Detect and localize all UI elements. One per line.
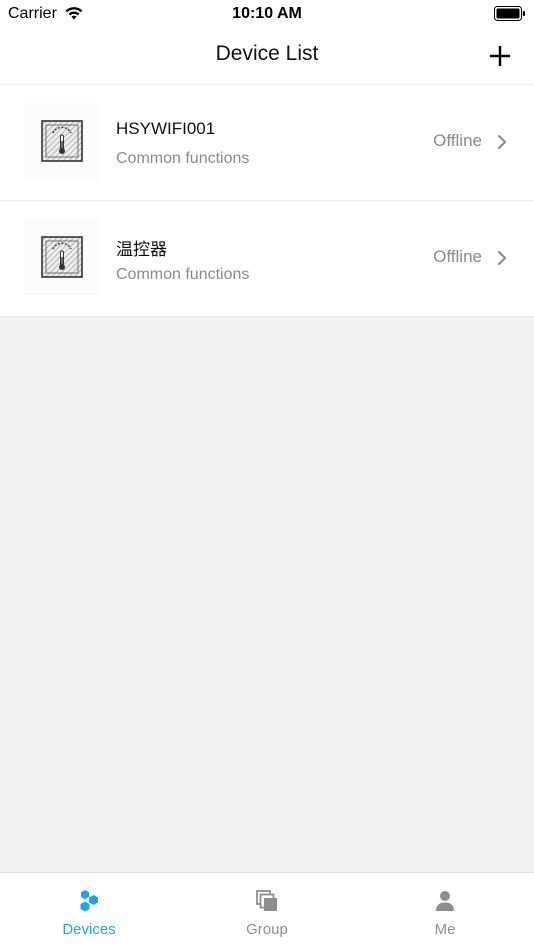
tab-label: Devices [62, 921, 116, 938]
device-thumbnail [24, 219, 100, 295]
carrier-label: Carrier [8, 5, 57, 22]
device-name: 温控器 [116, 240, 167, 259]
thermostat-icon [41, 236, 83, 278]
device-subtitle: Common functions [116, 150, 250, 167]
tab-label: Me [434, 921, 456, 938]
device-subtitle: Common functions [116, 266, 250, 283]
add-device-button[interactable] [484, 40, 516, 72]
chevron-right-icon [498, 251, 506, 265]
plus-icon [490, 46, 510, 66]
navigation-bar: Device List [0, 28, 534, 85]
chevron-right-icon [498, 135, 506, 149]
person-icon [436, 891, 454, 911]
tab-group[interactable]: Group [178, 873, 356, 950]
wifi-icon [64, 5, 84, 26]
battery-icon [494, 6, 526, 26]
status-badge: Offline [433, 247, 482, 266]
group-icon [256, 890, 277, 911]
device-thumbnail [24, 103, 100, 179]
device-row[interactable]: 温控器 Common functions Offline [0, 201, 534, 317]
app-screen: Carrier 10:10 AM Device List HSYWIFI001 … [0, 0, 534, 950]
tab-me[interactable]: Me [356, 873, 534, 950]
tab-bar: Devices Group Me [0, 872, 534, 950]
device-list: HSYWIFI001 Common functions Offline 温控器 … [0, 85, 534, 317]
tab-devices[interactable]: Devices [0, 873, 178, 950]
tab-label: Group [246, 921, 288, 938]
devices-icon [80, 890, 98, 912]
status-badge: Offline [433, 131, 482, 150]
thermostat-icon [41, 120, 83, 162]
device-name: HSYWIFI001 [116, 119, 216, 138]
status-bar: Carrier 10:10 AM [0, 0, 534, 28]
device-row[interactable]: HSYWIFI001 Common functions Offline [0, 85, 534, 201]
page-title: Device List [215, 42, 319, 65]
